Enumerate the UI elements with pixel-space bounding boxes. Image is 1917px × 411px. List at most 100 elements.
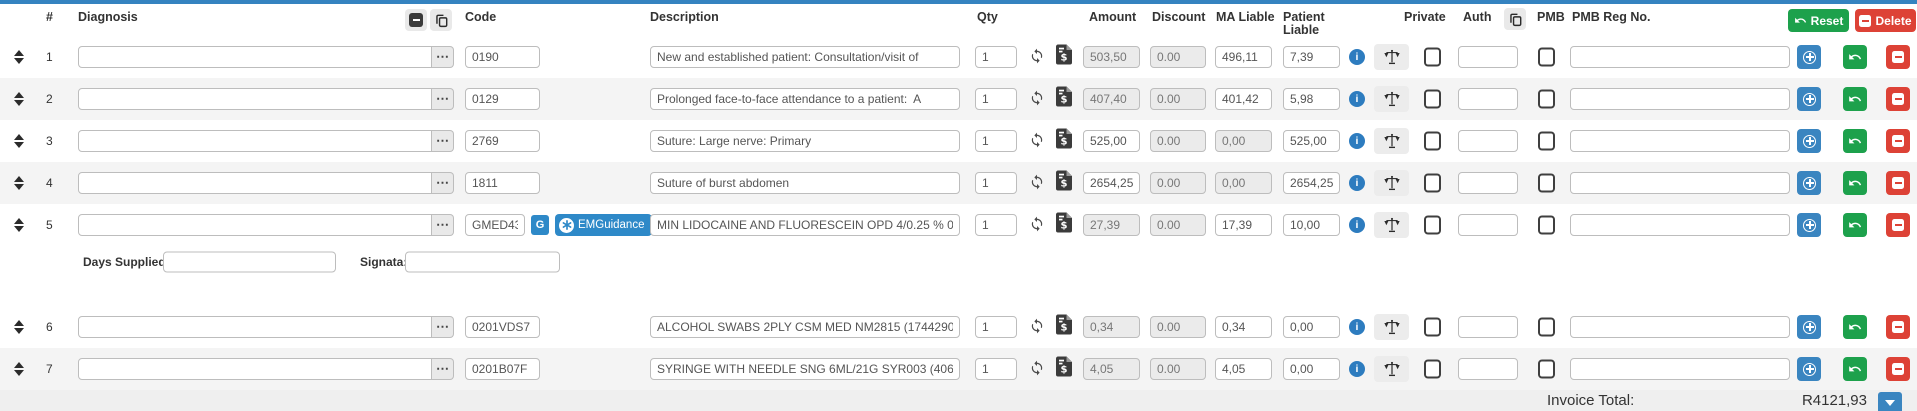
auth-input[interactable]	[1458, 130, 1518, 152]
row-delete-button[interactable]	[1886, 315, 1910, 339]
invoice-dollar-icon[interactable]: $	[1056, 213, 1072, 238]
invoice-dollar-icon[interactable]: $	[1056, 87, 1072, 112]
amount-input[interactable]	[1083, 130, 1140, 152]
patient-liable-input[interactable]	[1283, 358, 1340, 380]
balance-scales-button[interactable]	[1374, 170, 1409, 196]
ma-liable-input[interactable]	[1215, 358, 1272, 380]
pmb-reg-no-input[interactable]	[1570, 214, 1790, 236]
private-checkbox[interactable]	[1424, 90, 1441, 109]
info-icon[interactable]: i	[1349, 217, 1365, 233]
qty-input[interactable]	[975, 172, 1017, 194]
invoice-dollar-icon[interactable]: $	[1056, 315, 1072, 340]
private-checkbox[interactable]	[1424, 132, 1441, 151]
amount-input[interactable]	[1083, 172, 1140, 194]
qty-input[interactable]	[975, 46, 1017, 68]
private-checkbox[interactable]	[1424, 48, 1441, 67]
diagnosis-input[interactable]	[78, 88, 432, 110]
auth-input[interactable]	[1458, 214, 1518, 236]
pmb-checkbox[interactable]	[1538, 318, 1555, 337]
info-icon[interactable]: i	[1349, 319, 1365, 335]
qty-input[interactable]	[975, 214, 1017, 236]
diagnosis-lookup-button[interactable]: ⋯	[432, 214, 454, 236]
info-icon[interactable]: i	[1349, 91, 1365, 107]
delete-button[interactable]: Delete	[1855, 9, 1916, 32]
info-icon[interactable]: i	[1349, 49, 1365, 65]
row-add-button[interactable]	[1797, 357, 1821, 381]
drag-handle[interactable]	[14, 176, 24, 190]
code-input[interactable]	[465, 46, 540, 68]
private-checkbox[interactable]	[1424, 174, 1441, 193]
invoice-dollar-icon[interactable]: $	[1056, 171, 1072, 196]
row-reset-button[interactable]	[1843, 315, 1867, 339]
ma-liable-input[interactable]	[1215, 88, 1272, 110]
pmb-reg-no-input[interactable]	[1570, 46, 1790, 68]
diagnosis-input[interactable]	[78, 358, 432, 380]
days-supplied-input[interactable]	[163, 252, 336, 273]
description-input[interactable]	[650, 316, 960, 338]
auth-input[interactable]	[1458, 88, 1518, 110]
reset-button[interactable]: Reset	[1788, 9, 1849, 32]
row-reset-button[interactable]	[1843, 129, 1867, 153]
patient-liable-input[interactable]	[1283, 172, 1340, 194]
code-input[interactable]	[465, 358, 540, 380]
ma-liable-input[interactable]	[1215, 214, 1272, 236]
row-add-button[interactable]	[1797, 213, 1821, 237]
row-add-button[interactable]	[1797, 87, 1821, 111]
row-delete-button[interactable]	[1886, 213, 1910, 237]
copy-diagnosis-button[interactable]	[430, 9, 452, 31]
pmb-reg-no-input[interactable]	[1570, 358, 1790, 380]
info-icon[interactable]: i	[1349, 175, 1365, 191]
diagnosis-input[interactable]	[78, 130, 432, 152]
row-delete-button[interactable]	[1886, 45, 1910, 69]
invoice-dollar-icon[interactable]: $	[1056, 357, 1072, 382]
pmb-checkbox[interactable]	[1538, 132, 1555, 151]
pmb-reg-no-input[interactable]	[1570, 316, 1790, 338]
pmb-checkbox[interactable]	[1538, 90, 1555, 109]
code-input[interactable]	[465, 172, 540, 194]
balance-scales-button[interactable]	[1374, 212, 1409, 238]
description-input[interactable]	[650, 88, 960, 110]
code-input[interactable]	[465, 130, 540, 152]
auth-input[interactable]	[1458, 358, 1518, 380]
diagnosis-input[interactable]	[78, 214, 432, 236]
auth-input[interactable]	[1458, 172, 1518, 194]
patient-liable-input[interactable]	[1283, 46, 1340, 68]
refresh-price-button[interactable]	[1028, 360, 1046, 378]
balance-scales-button[interactable]	[1374, 86, 1409, 112]
code-input[interactable]	[465, 88, 540, 110]
diagnosis-input[interactable]	[78, 316, 432, 338]
pmb-reg-no-input[interactable]	[1570, 88, 1790, 110]
drag-handle[interactable]	[14, 134, 24, 148]
diagnosis-lookup-button[interactable]: ⋯	[432, 88, 454, 110]
balance-scales-button[interactable]	[1374, 314, 1409, 340]
qty-input[interactable]	[975, 358, 1017, 380]
refresh-price-button[interactable]	[1028, 216, 1046, 234]
patient-liable-input[interactable]	[1283, 214, 1340, 236]
row-add-button[interactable]	[1797, 315, 1821, 339]
signata-input[interactable]	[405, 252, 560, 273]
drag-handle[interactable]	[14, 362, 24, 376]
row-delete-button[interactable]	[1886, 129, 1910, 153]
pmb-checkbox[interactable]	[1538, 360, 1555, 379]
diagnosis-lookup-button[interactable]: ⋯	[432, 358, 454, 380]
balance-scales-button[interactable]	[1374, 44, 1409, 70]
description-input[interactable]	[650, 172, 960, 194]
auth-input[interactable]	[1458, 46, 1518, 68]
description-input[interactable]	[650, 214, 960, 236]
refresh-price-button[interactable]	[1028, 174, 1046, 192]
refresh-price-button[interactable]	[1028, 318, 1046, 336]
diagnosis-input[interactable]	[78, 46, 432, 68]
patient-liable-input[interactable]	[1283, 316, 1340, 338]
qty-input[interactable]	[975, 88, 1017, 110]
patient-liable-input[interactable]	[1283, 88, 1340, 110]
row-reset-button[interactable]	[1843, 45, 1867, 69]
row-delete-button[interactable]	[1886, 171, 1910, 195]
pmb-reg-no-input[interactable]	[1570, 130, 1790, 152]
drag-handle[interactable]	[14, 320, 24, 334]
row-reset-button[interactable]	[1843, 87, 1867, 111]
description-input[interactable]	[650, 358, 960, 380]
generic-indicator-button[interactable]: G	[531, 215, 549, 235]
refresh-price-button[interactable]	[1028, 48, 1046, 66]
private-checkbox[interactable]	[1424, 216, 1441, 235]
row-reset-button[interactable]	[1843, 357, 1867, 381]
